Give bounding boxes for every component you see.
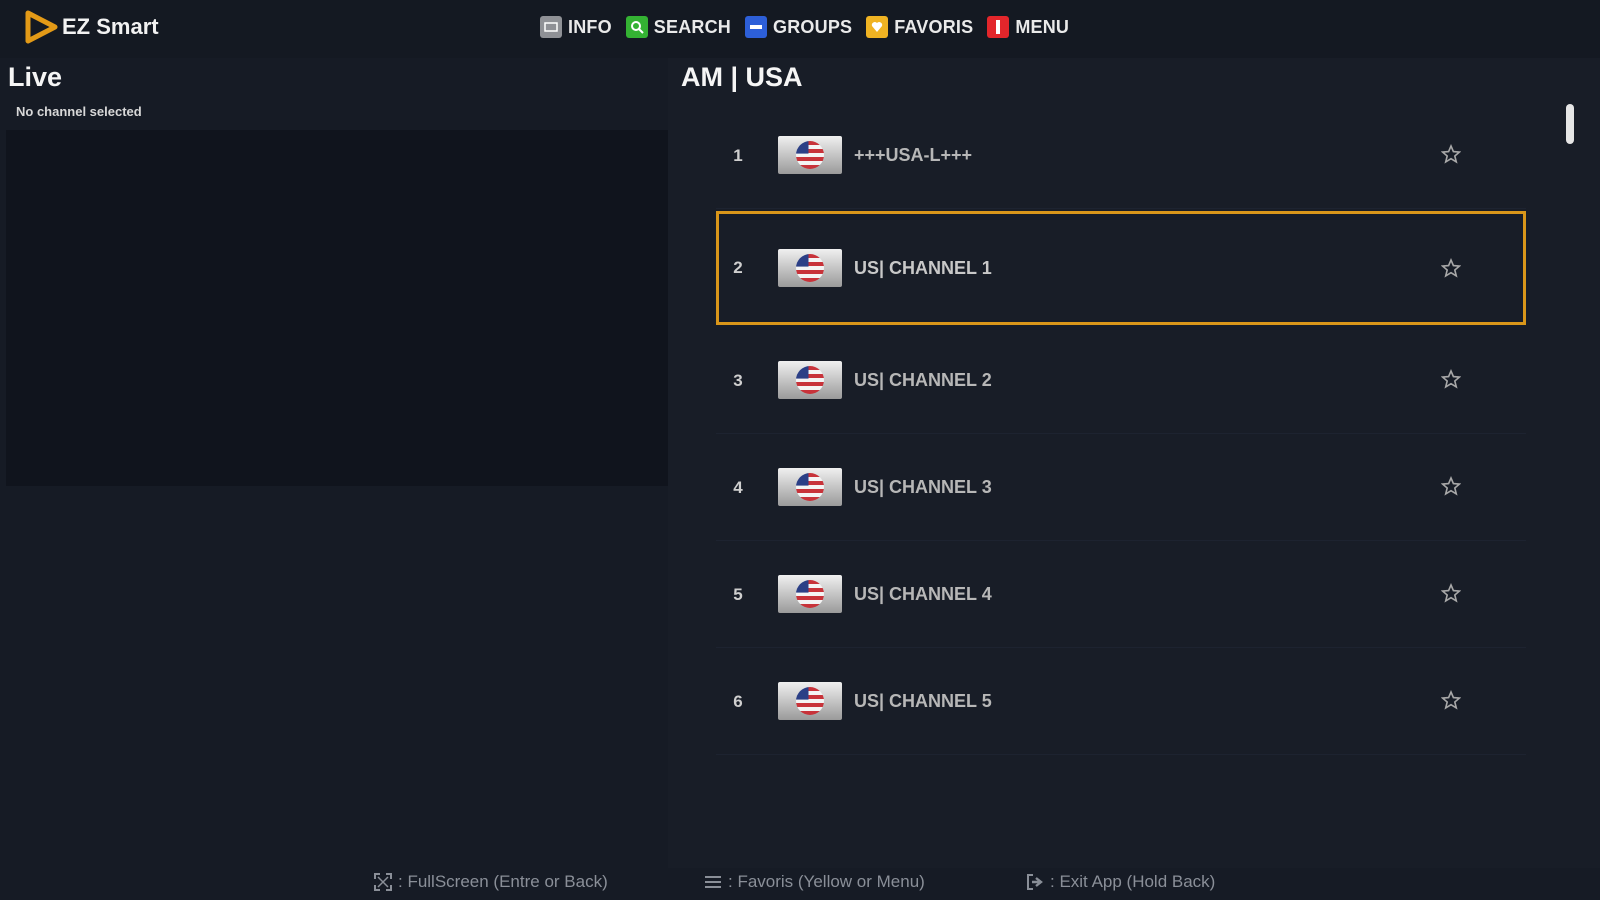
star-icon[interactable] — [1441, 583, 1461, 603]
channel-row[interactable]: 3 US| CHANNEL 2 — [716, 327, 1526, 434]
hotkey-search[interactable]: SEARCH — [625, 16, 732, 38]
channel-list: 1 +++USA-L+++ 2 US| CHANNEL 1 3 US| CHAN… — [716, 102, 1526, 755]
fullscreen-icon — [374, 873, 392, 891]
channel-number: 6 — [733, 692, 743, 711]
star-icon[interactable] — [1441, 144, 1461, 164]
channel-number: 1 — [733, 146, 743, 165]
app-name: EZ Smart — [62, 14, 159, 39]
channel-name: US| CHANNEL 2 — [854, 370, 992, 390]
favorite-icon — [866, 16, 889, 38]
list-icon — [705, 876, 721, 888]
hotkey-groups[interactable]: GROUPS — [745, 16, 852, 38]
channel-row[interactable]: 1 +++USA-L+++ — [716, 102, 1526, 209]
hotkey-menu[interactable]: MENU — [987, 16, 1069, 38]
hotkey-info[interactable]: INFO — [540, 16, 612, 38]
hotkey-bar: INFO SEARCH GROUPS FAVORIS MENU — [540, 16, 1069, 38]
search-icon — [625, 16, 648, 38]
footer-favoris-hint: : Favoris (Yellow or Menu) — [704, 872, 925, 892]
footer-fullscreen-hint: : FullScreen (Entre or Back) — [374, 872, 608, 892]
star-icon[interactable] — [1441, 258, 1461, 278]
video-player[interactable] — [6, 130, 668, 486]
channel-name: US| CHANNEL 1 — [854, 258, 992, 278]
channel-row[interactable]: 6 US| CHANNEL 5 — [716, 648, 1526, 755]
hotkey-favoris[interactable]: FAVORIS — [866, 16, 973, 38]
hotkey-favoris-label: FAVORIS — [894, 16, 974, 37]
footer-exit-label: : Exit App (Hold Back) — [1050, 872, 1216, 891]
hotkey-menu-label: MENU — [1015, 16, 1070, 37]
app-logo: EZ Smart — [24, 10, 159, 44]
us-flag-icon — [778, 249, 842, 287]
hotkey-info-label: INFO — [568, 16, 612, 37]
channel-name: US| CHANNEL 5 — [854, 691, 992, 711]
us-flag-icon — [778, 136, 842, 174]
channel-row-selected[interactable]: 2 US| CHANNEL 1 — [716, 211, 1526, 325]
channel-number: 3 — [733, 371, 743, 390]
menu-icon — [987, 16, 1010, 38]
channel-number: 5 — [733, 585, 743, 604]
channel-number: 4 — [733, 478, 743, 497]
star-icon[interactable] — [1441, 369, 1461, 389]
groups-icon — [745, 16, 768, 38]
channel-name: US| CHANNEL 3 — [854, 477, 992, 497]
us-flag-icon — [778, 682, 842, 720]
channel-scrollbar[interactable] — [1566, 104, 1574, 144]
us-flag-icon — [778, 575, 842, 613]
play-logo-icon — [25, 10, 58, 44]
footer-favoris-label: : Favoris (Yellow or Menu) — [728, 872, 925, 891]
footer-exit-hint: : Exit App (Hold Back) — [1026, 872, 1215, 892]
us-flag-icon — [778, 468, 842, 506]
channel-number: 2 — [733, 258, 743, 277]
hotkey-search-label: SEARCH — [653, 16, 732, 37]
group-title: AM | USA — [681, 62, 803, 92]
channel-status: No channel selected — [16, 104, 142, 119]
channel-row[interactable]: 4 US| CHANNEL 3 — [716, 434, 1526, 541]
channel-row[interactable]: 5 US| CHANNEL 4 — [716, 541, 1526, 648]
channel-name: US| CHANNEL 4 — [854, 584, 992, 604]
us-flag-icon — [778, 361, 842, 399]
star-icon[interactable] — [1441, 476, 1461, 496]
channel-name: +++USA-L+++ — [854, 145, 973, 165]
live-title: Live — [8, 62, 63, 92]
exit-icon — [1027, 874, 1043, 890]
footer-fullscreen-label: : FullScreen (Entre or Back) — [398, 872, 608, 891]
star-icon[interactable] — [1441, 690, 1461, 710]
info-icon — [540, 16, 562, 38]
hotkey-groups-label: GROUPS — [773, 16, 853, 37]
